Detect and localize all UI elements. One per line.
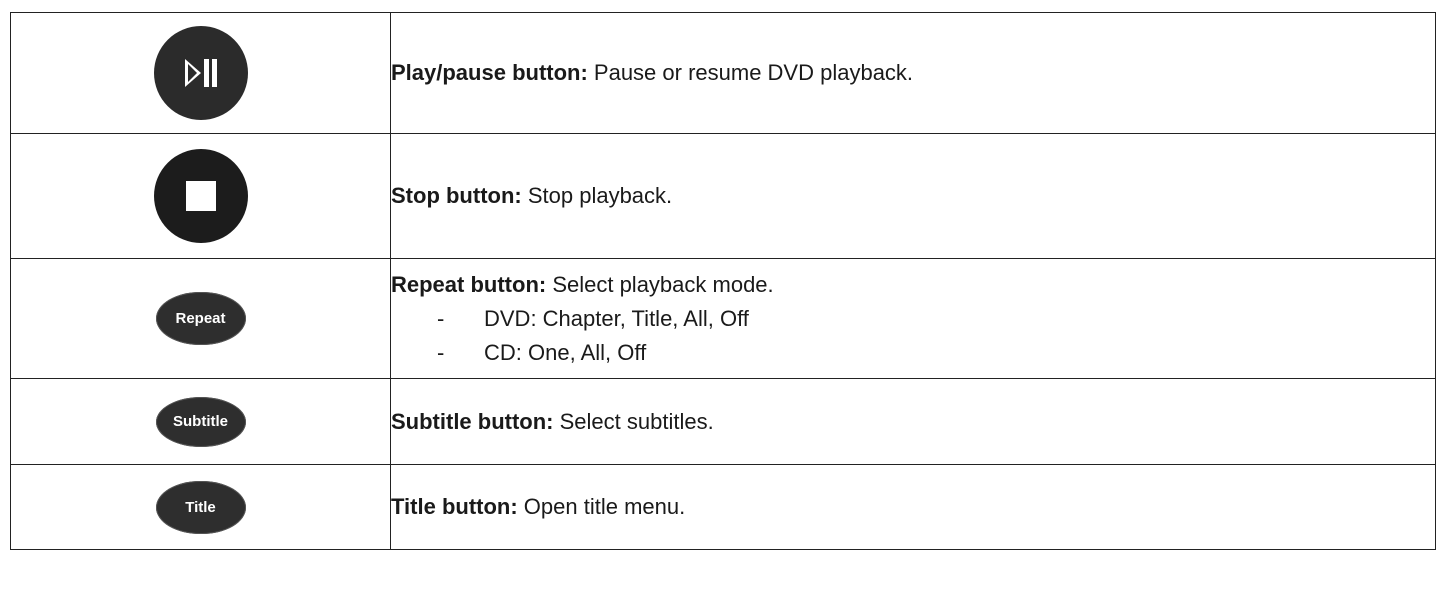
button-name: Subtitle button: [391,408,554,434]
button-name: Title button: [391,494,518,519]
icon-cell [10,133,391,259]
table-row: Repeat Repeat button: Select playback mo… [10,258,1436,379]
description-cell: Title button: Open title menu. [390,464,1436,550]
button-name: Stop button: [391,183,522,208]
icon-cell [10,12,391,134]
button-description: Stop playback. [521,183,673,208]
play-pause-icon [153,26,248,120]
table-row: Stop button: Stop playback. [10,133,1436,259]
button-name: Play/pause button: [391,60,588,85]
table-row: Play/pause button: Pause or resume DVD p… [10,12,1436,134]
description-cell: Repeat button: Select playback mode. - D… [390,258,1436,379]
icon-cell: Title [10,464,391,550]
mode-text: DVD: Chapter, Title, All, Off [484,305,749,331]
button-reference-table: Play/pause button: Pause or resume DVD p… [10,12,1436,550]
table-row: Subtitle Subtitle button: Select subtitl… [10,378,1436,465]
list-item: - CD: One, All, Off [437,336,1435,370]
button-description: Pause or resume DVD playback. [587,60,914,85]
dash-bullet: - [437,305,445,331]
button-name: Repeat button: [391,271,547,297]
subtitle-button-icon: Subtitle [155,396,246,447]
dash-bullet: - [437,339,445,365]
list-item: - DVD: Chapter, Title, All, Off [437,302,1435,336]
button-description: Open title menu. [517,494,686,519]
repeat-button-icon: Repeat [155,292,246,345]
playback-mode-list: - DVD: Chapter, Title, All, Off - CD: On… [391,302,1435,370]
button-description: Select playback mode. [546,271,774,297]
table-row: Title Title button: Open title menu. [10,464,1436,550]
button-description: Select subtitles. [553,408,714,434]
description-cell: Subtitle button: Select subtitles. [390,378,1436,465]
description-cell: Stop button: Stop playback. [390,133,1436,259]
icon-cell: Repeat [10,258,391,379]
mode-text: CD: One, All, Off [484,339,647,365]
description-cell: Play/pause button: Pause or resume DVD p… [390,12,1436,134]
icon-cell: Subtitle [10,378,391,465]
stop-icon [153,149,248,243]
title-button-icon: Title [155,480,246,534]
